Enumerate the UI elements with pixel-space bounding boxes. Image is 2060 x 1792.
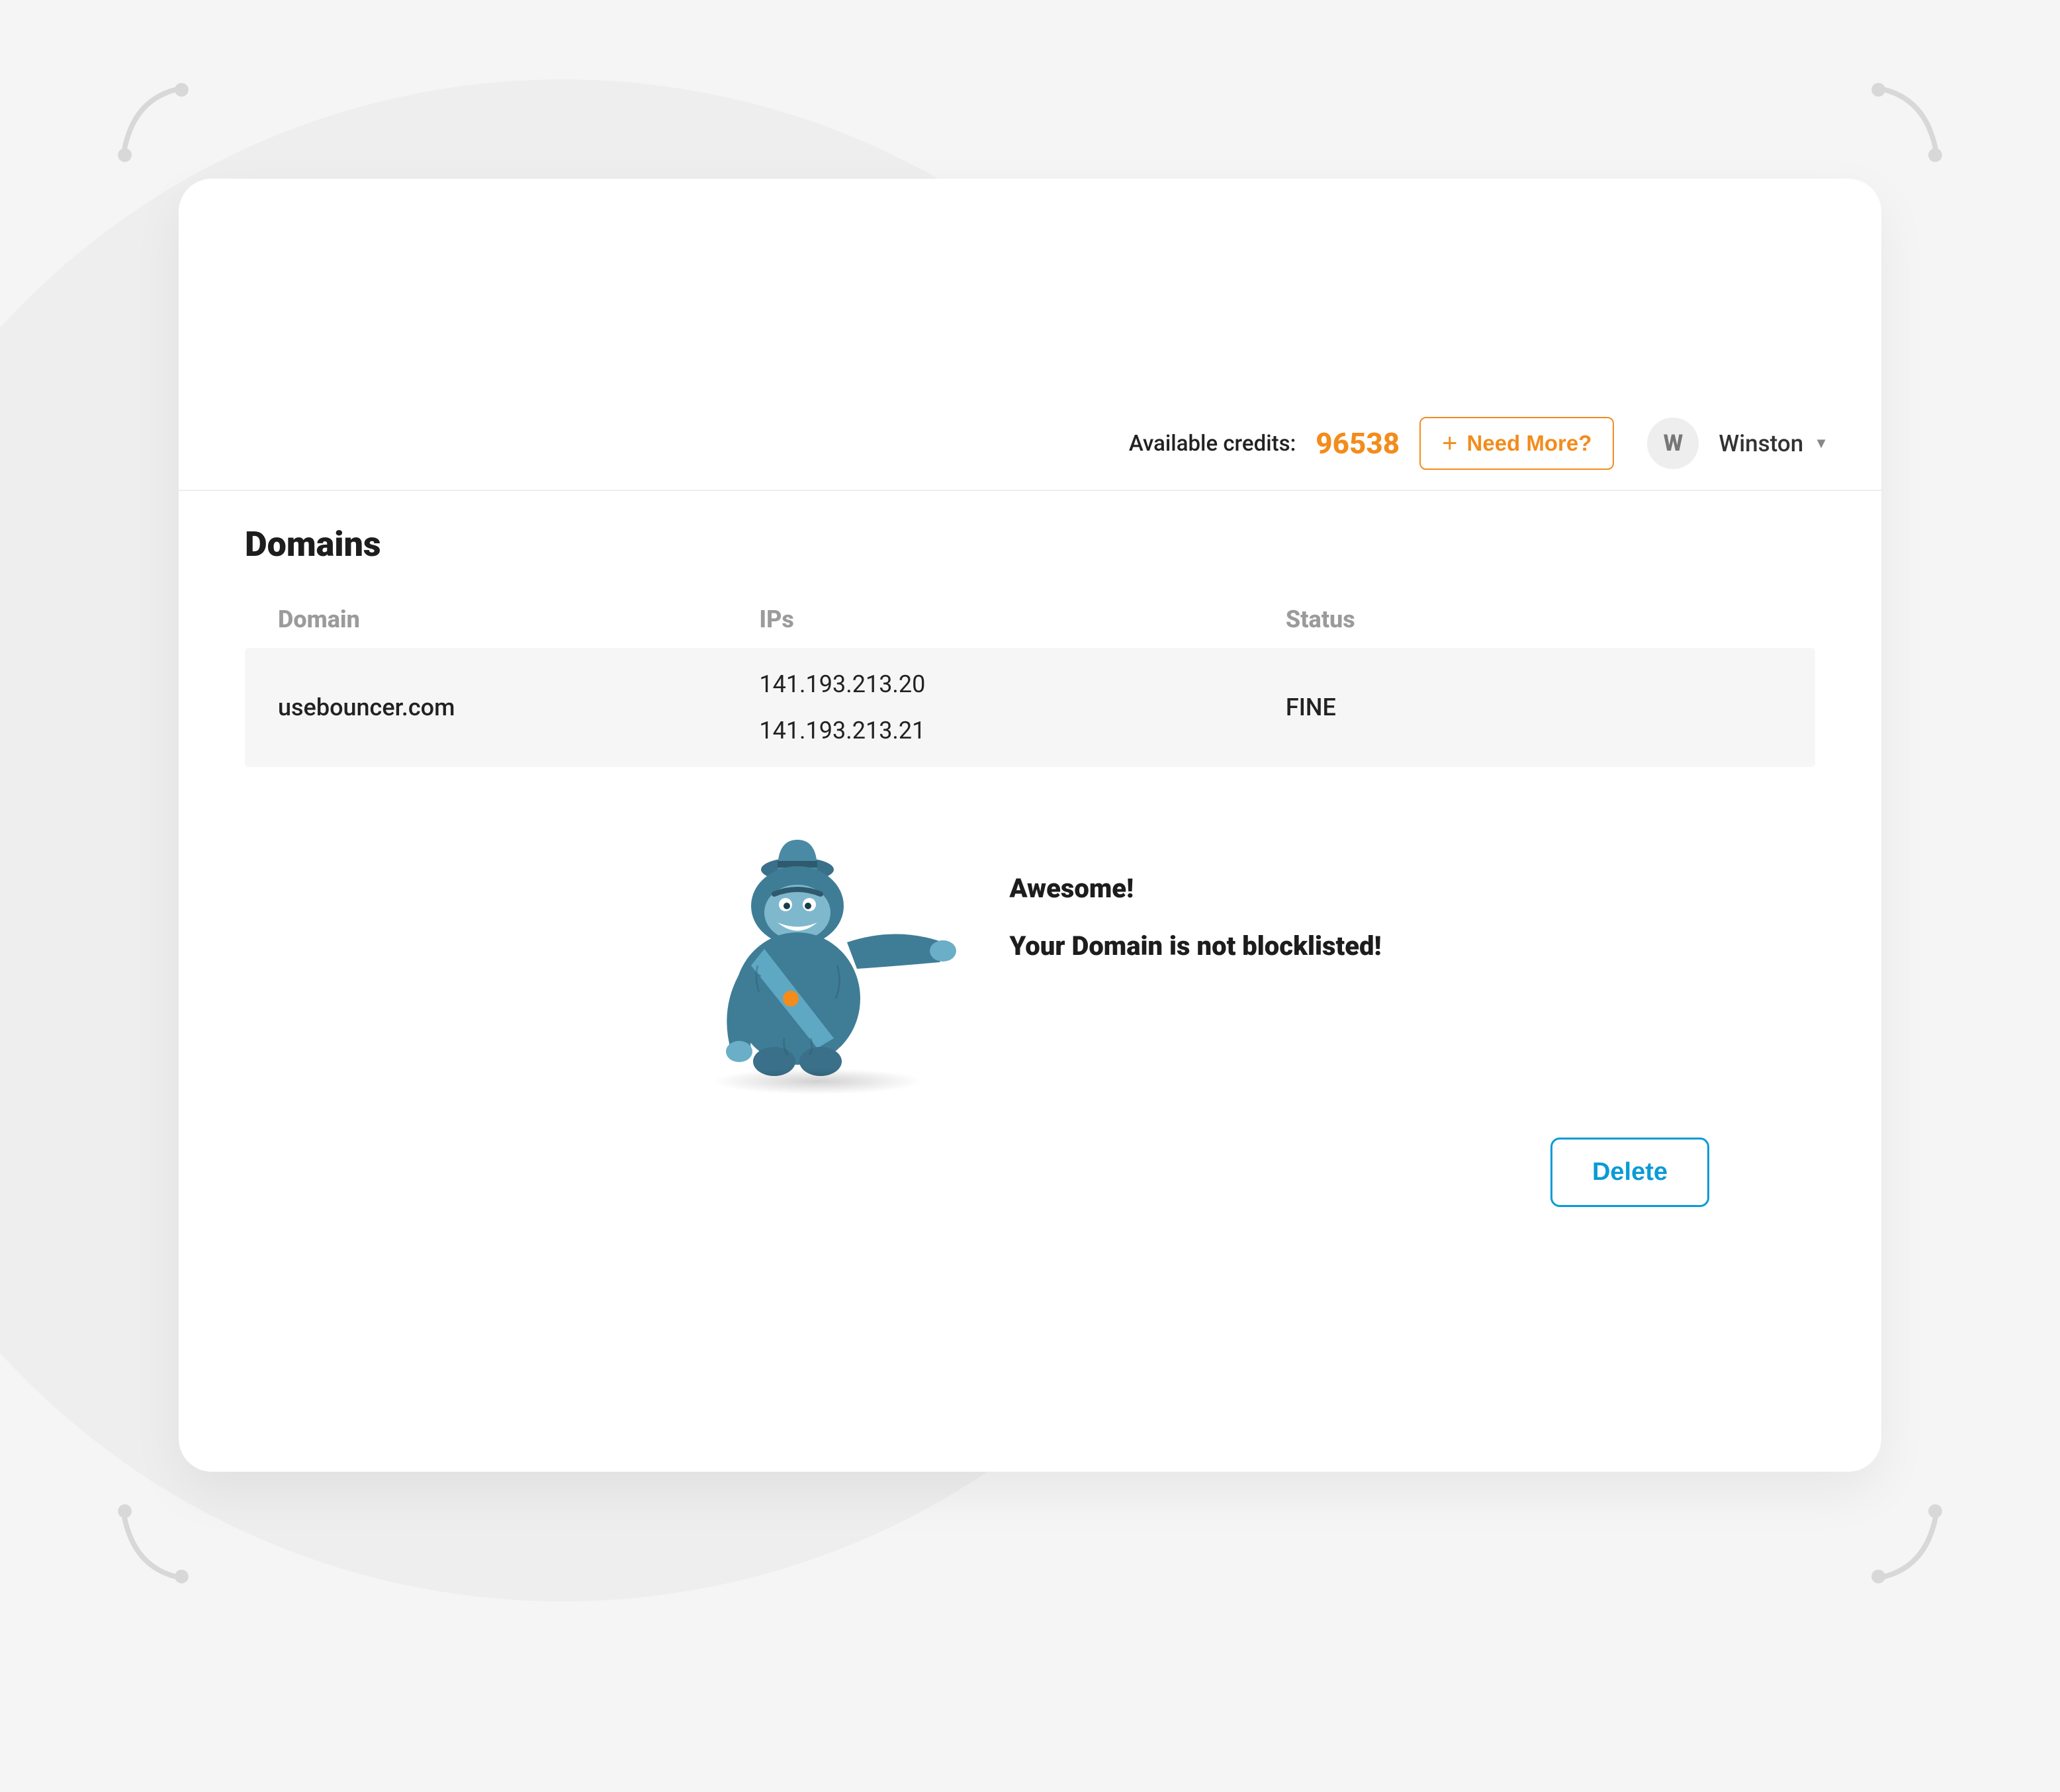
need-more-label: Need More? bbox=[1467, 431, 1592, 456]
result-text: Awesome! Your Domain is not blocklisted! bbox=[1009, 833, 1381, 962]
avatar-initial: W bbox=[1664, 430, 1683, 457]
result-block: Awesome! Your Domain is not blocklisted! bbox=[245, 833, 1815, 1085]
result-message: Your Domain is not blocklisted! bbox=[1009, 930, 1381, 962]
user-menu[interactable]: Winston ▼ bbox=[1719, 430, 1828, 457]
decorative-corner-top-right bbox=[1868, 79, 1954, 165]
ip-value: 141.193.213.20 bbox=[759, 670, 1286, 698]
table-row[interactable]: usebouncer.com 141.193.213.20 141.193.21… bbox=[245, 648, 1815, 767]
cell-domain: usebouncer.com bbox=[278, 694, 759, 721]
avatar[interactable]: W bbox=[1647, 418, 1699, 469]
user-name: Winston bbox=[1719, 430, 1803, 457]
cell-ips: 141.193.213.20 141.193.213.21 bbox=[759, 670, 1286, 744]
column-header-status: Status bbox=[1286, 605, 1782, 633]
mascot-shadow bbox=[711, 1068, 923, 1095]
page-title: Domains bbox=[245, 524, 1815, 564]
credits-label: Available credits: bbox=[1129, 431, 1296, 457]
cell-status: FINE bbox=[1286, 694, 1782, 721]
credits-value: 96538 bbox=[1316, 426, 1400, 461]
need-more-button[interactable]: + Need More? bbox=[1419, 417, 1614, 470]
result-title: Awesome! bbox=[1009, 873, 1381, 904]
content: Domains Domain IPs Status usebouncer.com… bbox=[179, 491, 1881, 1207]
decorative-corner-bottom-left bbox=[106, 1501, 192, 1587]
decorative-corner-bottom-right bbox=[1868, 1501, 1954, 1587]
actions-bar: Delete bbox=[245, 1085, 1815, 1207]
table-header: Domain IPs Status bbox=[245, 591, 1815, 648]
top-bar: Available credits: 96538 + Need More? W … bbox=[179, 377, 1881, 491]
plus-icon: + bbox=[1442, 430, 1457, 457]
main-card: Available credits: 96538 + Need More? W … bbox=[179, 179, 1881, 1472]
delete-button[interactable]: Delete bbox=[1550, 1138, 1709, 1207]
decorative-corner-top-left bbox=[106, 79, 192, 165]
mascot-image bbox=[678, 833, 956, 1085]
column-header-ips: IPs bbox=[759, 605, 1286, 633]
ip-value: 141.193.213.21 bbox=[759, 717, 1286, 744]
chevron-down-icon: ▼ bbox=[1814, 435, 1828, 452]
column-header-domain: Domain bbox=[278, 605, 759, 633]
